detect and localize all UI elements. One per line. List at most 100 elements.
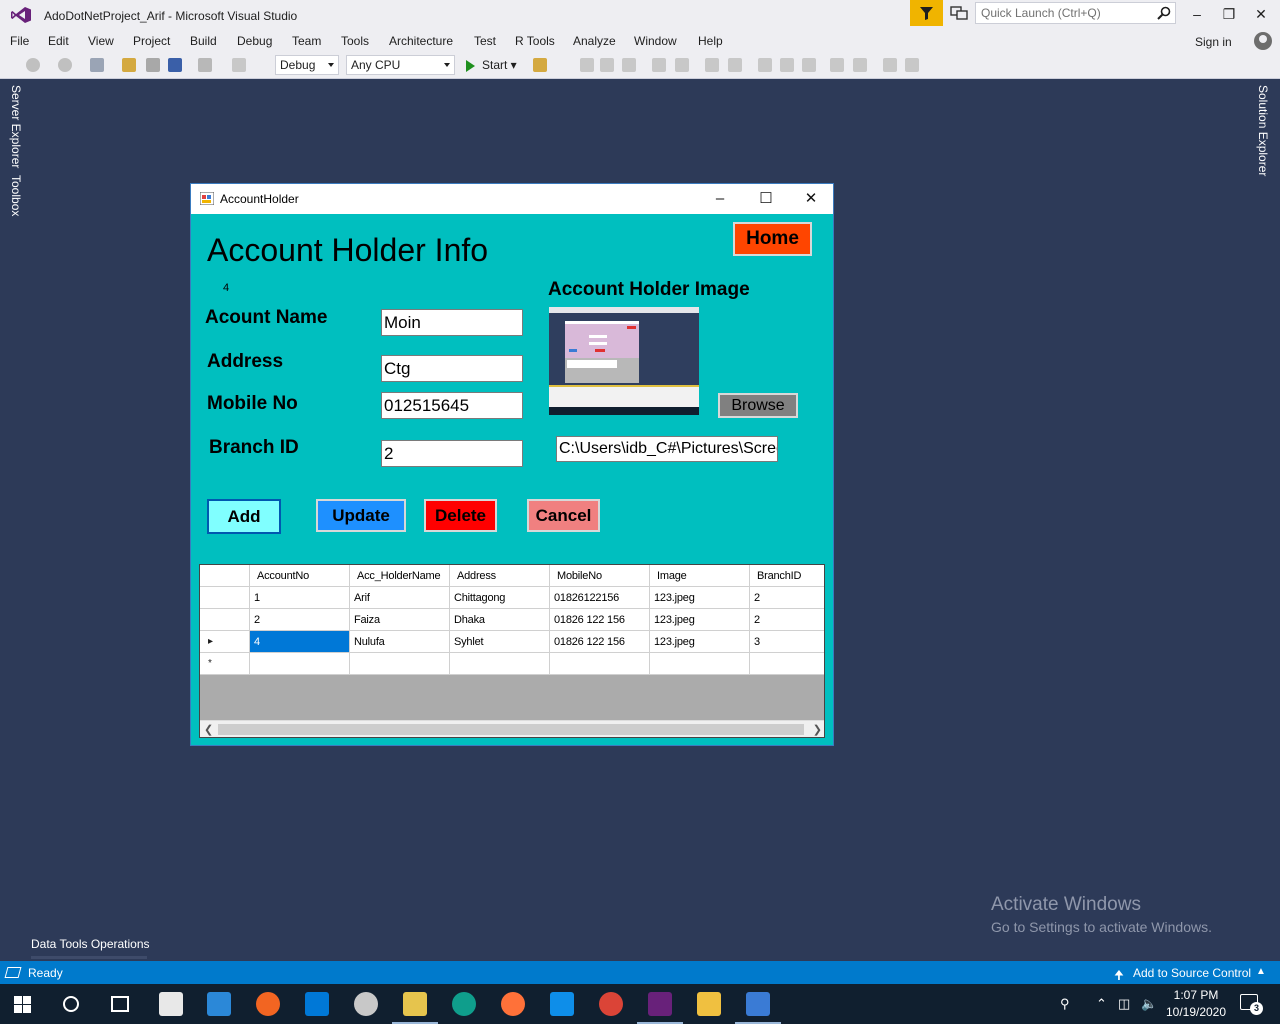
table-cell[interactable]: Nulufa <box>350 631 450 653</box>
column-header-image[interactable]: Image <box>650 565 750 587</box>
undo-icon[interactable] <box>198 58 212 72</box>
row-header[interactable] <box>200 609 250 631</box>
navigate-back-icon[interactable] <box>26 58 40 72</box>
table-cell[interactable] <box>650 653 750 675</box>
home-button[interactable]: Home <box>733 222 812 256</box>
toolbar-disabled-icon[interactable] <box>580 58 594 72</box>
clock-date[interactable]: 10/19/2020 <box>1162 1005 1230 1019</box>
table-cell[interactable]: Syhlet <box>450 631 550 653</box>
address-field[interactable]: Ctg <box>381 355 523 382</box>
menu-test[interactable]: Test <box>474 34 496 48</box>
restore-icon[interactable]: ❐ <box>1217 4 1241 24</box>
menu-analyze[interactable]: Analyze <box>573 34 616 48</box>
toolbox-tab[interactable]: Toolbox <box>9 175 23 216</box>
menu-file[interactable]: File <box>10 34 29 48</box>
toolbar-disabled-icon[interactable] <box>758 58 772 72</box>
windows-start-icon[interactable] <box>14 996 31 1013</box>
solution-platform-select[interactable]: Any CPU <box>346 55 455 75</box>
navigate-forward-icon[interactable] <box>58 58 72 72</box>
menu-view[interactable]: View <box>88 34 114 48</box>
toolbar-disabled-icon[interactable] <box>705 58 719 72</box>
grid-corner-header[interactable] <box>200 565 250 587</box>
vscode-icon[interactable] <box>305 992 329 1016</box>
table-cell[interactable] <box>350 653 450 675</box>
close-icon[interactable]: ✕ <box>801 189 821 209</box>
menu-project[interactable]: Project <box>133 34 170 48</box>
network-icon[interactable]: ◫ <box>1118 996 1130 1012</box>
table-cell[interactable]: 3 <box>750 631 824 653</box>
quick-launch-input[interactable]: Quick Launch (Ctrl+Q) <box>975 2 1176 24</box>
column-header-accountno[interactable]: AccountNo <box>250 565 350 587</box>
close-icon[interactable]: ✕ <box>1249 4 1273 24</box>
clock-time[interactable]: 1:07 PM <box>1166 988 1226 1002</box>
browse-button[interactable]: Browse <box>718 393 798 418</box>
toolbar-disabled-icon[interactable] <box>802 58 816 72</box>
menu-window[interactable]: Window <box>634 34 677 48</box>
cancel-button[interactable]: Cancel <box>527 499 600 532</box>
data-tools-operations-tab[interactable]: Data Tools Operations <box>31 937 150 951</box>
menu-build[interactable]: Build <box>190 34 217 48</box>
table-cell[interactable]: Chittagong <box>450 587 550 609</box>
open-file-icon[interactable] <box>122 58 136 72</box>
delete-button[interactable]: Delete <box>424 499 497 532</box>
firefox-icon[interactable] <box>501 992 525 1016</box>
toolbar-disabled-icon[interactable] <box>652 58 666 72</box>
table-cell[interactable] <box>250 653 350 675</box>
find-in-files-icon[interactable] <box>533 58 547 72</box>
chevron-up-icon[interactable]: ▲ <box>1256 966 1266 977</box>
account-name-field[interactable]: Moin <box>381 309 523 336</box>
table-cell[interactable]: 2 <box>750 609 824 631</box>
add-to-source-control-button[interactable]: Add to Source Control <box>1133 966 1251 980</box>
table-cell-selected[interactable]: 4 <box>250 631 350 653</box>
save-all-icon[interactable] <box>168 58 182 72</box>
account-holder-app-icon[interactable] <box>746 992 770 1016</box>
people-icon[interactable]: ⚲ <box>1060 996 1070 1012</box>
update-button[interactable]: Update <box>316 499 406 532</box>
table-cell[interactable]: Faiza <box>350 609 450 631</box>
scrollbar-thumb[interactable] <box>218 724 804 735</box>
minimize-icon[interactable]: – <box>1185 4 1209 24</box>
calculator-icon[interactable] <box>207 992 231 1016</box>
account-holder-grid[interactable]: AccountNo Acc_HolderName Address MobileN… <box>199 564 825 738</box>
current-row-indicator-icon[interactable]: ▸ <box>200 631 250 653</box>
table-cell[interactable]: 2 <box>750 587 824 609</box>
table-row-selected[interactable]: ▸ 4 Nulufa Syhlet 01826 122 156 123.jpeg… <box>200 631 824 653</box>
visual-studio-icon[interactable] <box>648 992 672 1016</box>
teamviewer-icon[interactable] <box>550 992 574 1016</box>
table-cell[interactable] <box>750 653 824 675</box>
swift-app-icon[interactable] <box>256 992 280 1016</box>
chrome-icon[interactable] <box>599 992 623 1016</box>
image-path-field[interactable]: C:\Users\idb_C#\Pictures\Scree <box>556 436 778 462</box>
new-row[interactable]: * <box>200 653 824 675</box>
toolbar-disabled-icon[interactable] <box>780 58 794 72</box>
column-header-address[interactable]: Address <box>450 565 550 587</box>
add-button[interactable]: Add <box>207 499 281 534</box>
scroll-left-icon[interactable]: ❮ <box>204 723 213 736</box>
search-icon[interactable] <box>63 996 79 1012</box>
table-cell[interactable]: 01826 122 156 <box>550 631 650 653</box>
edge-icon[interactable] <box>452 992 476 1016</box>
table-cell[interactable]: Arif <box>350 587 450 609</box>
server-explorer-tab[interactable]: Server Explorer <box>9 85 23 168</box>
redo-icon[interactable] <box>232 58 246 72</box>
table-cell[interactable] <box>550 653 650 675</box>
menu-tools[interactable]: Tools <box>341 34 369 48</box>
table-cell[interactable]: 2 <box>250 609 350 631</box>
save-icon[interactable] <box>146 58 160 72</box>
mobile-field[interactable]: 012515645 <box>381 392 523 419</box>
file-explorer-icon[interactable] <box>697 992 721 1016</box>
toolbar-disabled-icon[interactable] <box>883 58 897 72</box>
table-cell[interactable]: 1 <box>250 587 350 609</box>
menu-architecture[interactable]: Architecture <box>389 34 453 48</box>
task-view-icon[interactable] <box>111 996 129 1012</box>
account-icon[interactable] <box>1254 32 1272 50</box>
solution-configuration-select[interactable]: Debug <box>275 55 339 75</box>
table-cell[interactable]: 01826 122 156 <box>550 609 650 631</box>
solution-explorer-tab[interactable]: Solution Explorer <box>1256 85 1270 176</box>
column-header-acc-holdername[interactable]: Acc_HolderName <box>350 565 450 587</box>
table-cell[interactable]: 123.jpeg <box>650 631 750 653</box>
row-header[interactable] <box>200 587 250 609</box>
toolbar-disabled-icon[interactable] <box>728 58 742 72</box>
paint-icon[interactable] <box>354 992 378 1016</box>
chevron-up-icon[interactable]: ⌃ <box>1096 996 1107 1012</box>
